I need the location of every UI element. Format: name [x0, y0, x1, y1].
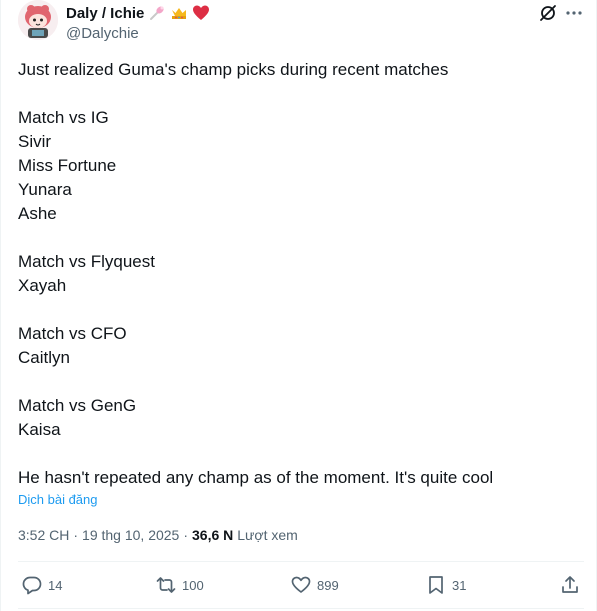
author-handle[interactable]: @Dalychie	[66, 25, 210, 42]
tweet-header: Daly / Ichie @Dalychie	[18, 0, 593, 48]
translate-link[interactable]: Dịch bài đăng	[18, 492, 98, 507]
views-count: 36,6 N	[192, 527, 234, 543]
author-names: Daly / Ichie @Dalychie	[66, 4, 210, 42]
share-icon	[562, 576, 578, 593]
avatar-image	[18, 0, 58, 40]
divider	[18, 608, 584, 609]
meta-separator: ·	[183, 527, 189, 543]
tweet-card: Daly / Ichie @Dalychie Just realized Gum…	[0, 0, 597, 611]
retweet-button[interactable]: 100	[156, 562, 204, 608]
views-label: Lượt xem	[237, 527, 298, 543]
like-button[interactable]: 899	[291, 562, 339, 608]
tweet-text: Just realized Guma's champ picks during …	[18, 60, 494, 487]
heart-icon	[291, 576, 311, 593]
avatar[interactable]	[18, 0, 58, 40]
bookmark-count: 31	[452, 577, 467, 593]
bookmark-button[interactable]: 31	[426, 562, 466, 608]
reply-icon	[22, 576, 42, 595]
reply-count: 14	[48, 577, 63, 593]
red-heart-emoji-icon	[192, 4, 210, 22]
tweet-date[interactable]: 19 thg 10, 2025	[82, 527, 179, 543]
retweet-count: 100	[182, 577, 204, 593]
bookmark-icon	[429, 576, 443, 594]
action-bar: 14 100 899 31	[18, 562, 584, 608]
grok-icon[interactable]	[538, 3, 558, 23]
name-row: Daly / Ichie	[66, 4, 210, 22]
crown-emoji-icon	[170, 4, 188, 22]
pin-emoji-icon	[148, 4, 166, 22]
display-name[interactable]: Daly / Ichie	[66, 5, 144, 22]
more-icon[interactable]	[564, 3, 584, 23]
like-count: 899	[317, 577, 339, 593]
tweet-meta: 3:52 CH · 19 thg 10, 2025 · 36,6 N Lượt …	[18, 527, 298, 543]
tweet-time[interactable]: 3:52 CH	[18, 527, 69, 543]
meta-separator: ·	[73, 527, 79, 543]
share-button[interactable]	[560, 562, 580, 608]
retweet-icon	[156, 577, 176, 593]
reply-button[interactable]: 14	[22, 562, 62, 608]
